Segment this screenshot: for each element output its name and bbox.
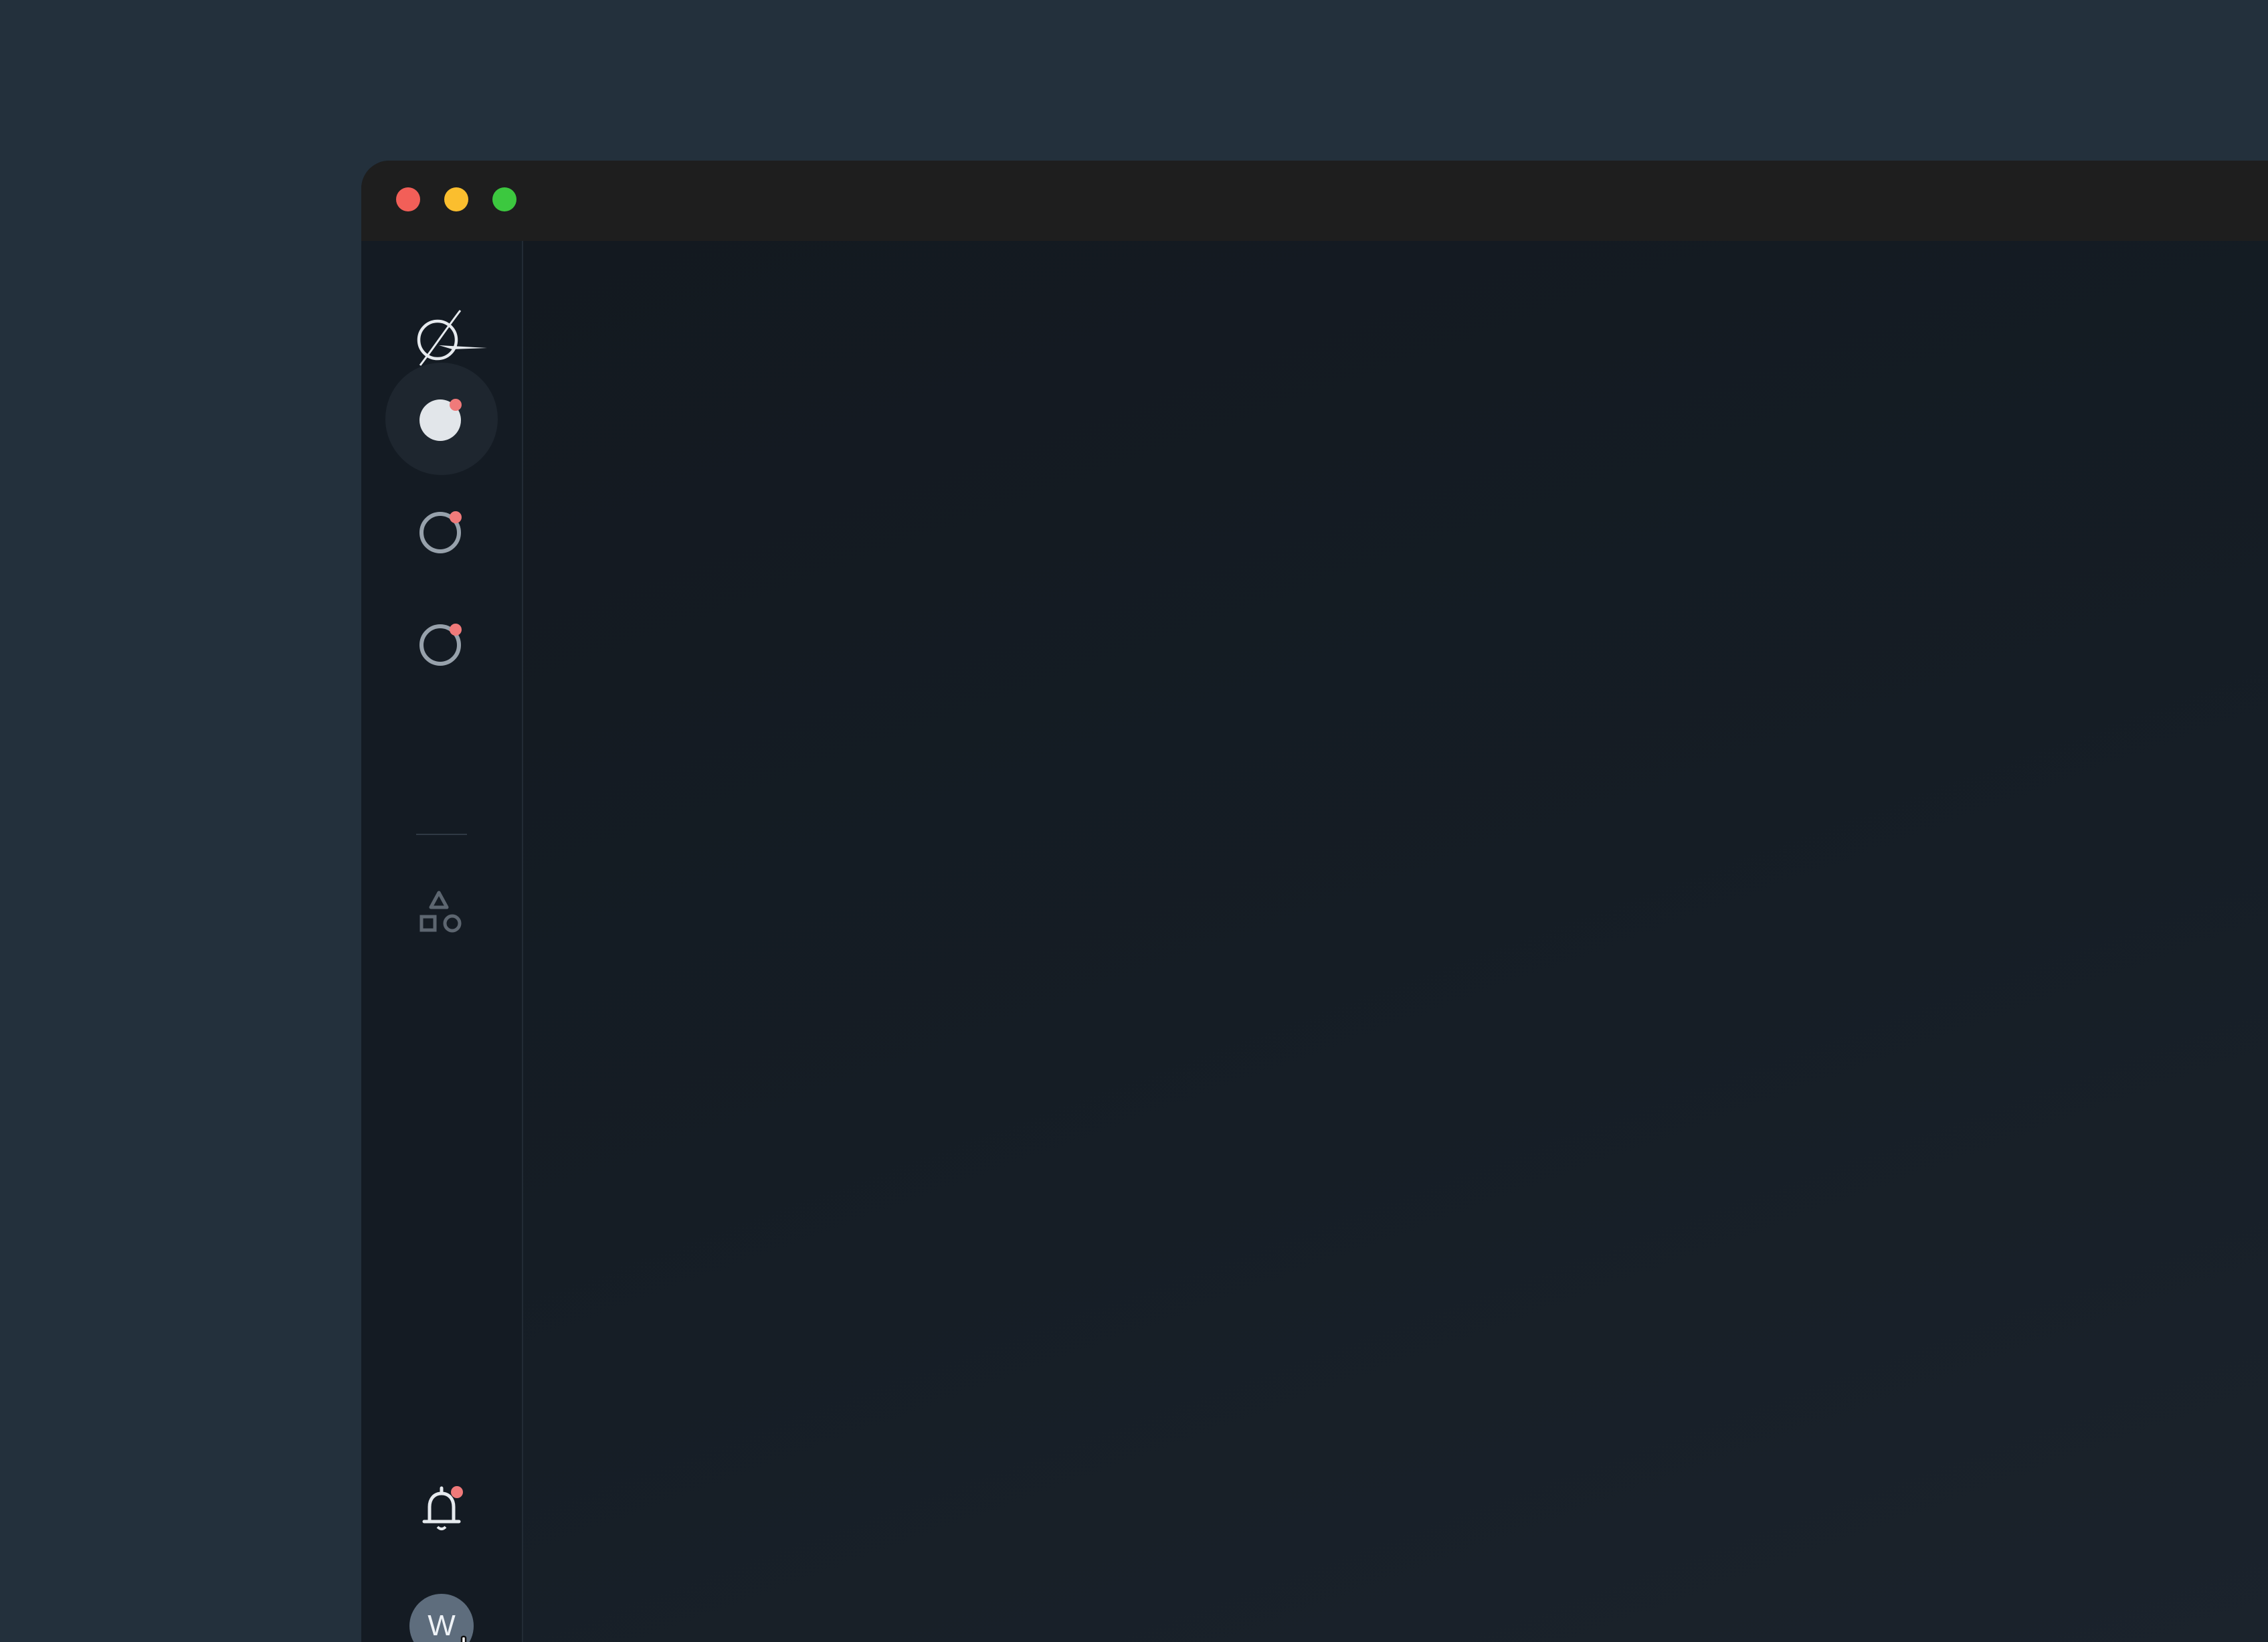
main-content-area — [523, 241, 2268, 1642]
orbital-swoosh-logo-icon[interactable] — [415, 309, 488, 368]
sidebar: W — [361, 241, 523, 1642]
sidebar-item-3[interactable] — [385, 587, 498, 700]
notification-badge — [450, 399, 462, 411]
maximize-window-button[interactable] — [492, 187, 516, 211]
app-window: W — [361, 161, 2268, 1642]
hand-pointer-cursor-icon — [460, 1635, 467, 1642]
notifications-button[interactable] — [415, 1483, 468, 1536]
shapes-icon — [419, 891, 462, 933]
sidebar-divider — [416, 834, 467, 835]
bell-icon — [422, 1486, 463, 1530]
close-window-button[interactable] — [396, 187, 420, 211]
outline-circle-icon — [419, 624, 462, 666]
outline-circle-icon — [419, 511, 462, 553]
title-bar — [361, 161, 2268, 241]
notification-badge — [451, 1486, 463, 1498]
filled-circle-icon — [419, 399, 462, 441]
notification-badge — [450, 624, 462, 636]
notification-badge — [450, 511, 462, 523]
minimize-window-button[interactable] — [444, 187, 468, 211]
sidebar-item-2[interactable] — [385, 475, 498, 587]
sidebar-item-1[interactable] — [385, 363, 498, 475]
apps-button[interactable] — [415, 889, 468, 942]
